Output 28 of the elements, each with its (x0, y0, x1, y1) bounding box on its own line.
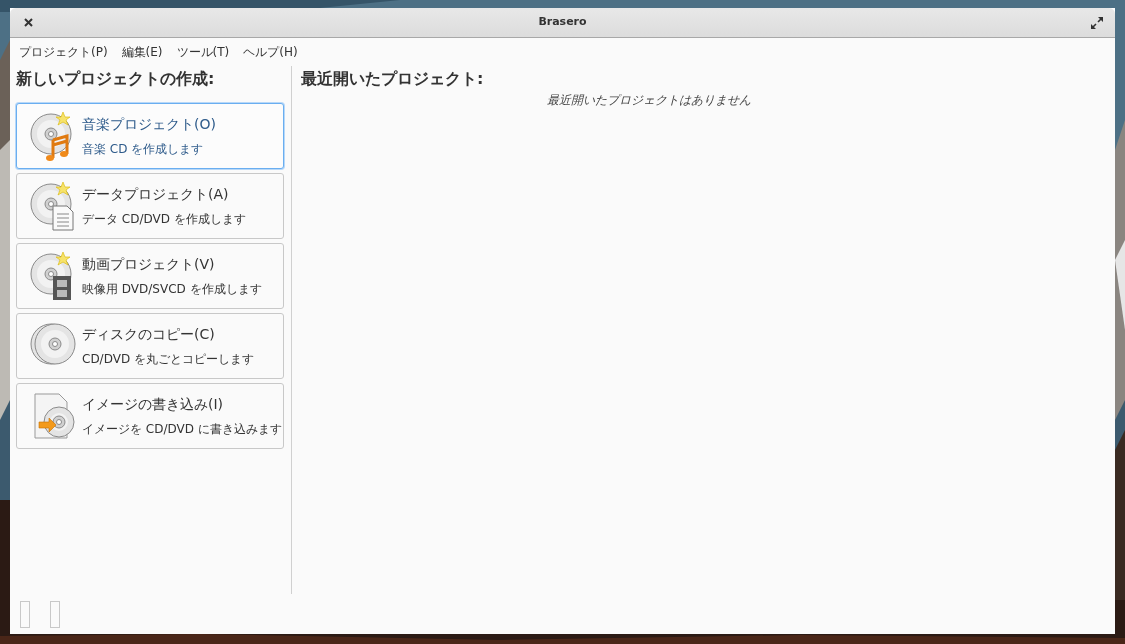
project-type-title: データプロジェクト(A) (82, 185, 230, 204)
window-title: Brasero (537, 14, 588, 31)
project-type-title: ディスクのコピー(C) (82, 325, 216, 344)
close-icon (23, 18, 33, 27)
project-type-button[interactable]: 音楽プロジェクト(O) 音楽 CD を作成します (16, 103, 284, 169)
empty-message: 最近開いたプロジェクトはありません (545, 92, 752, 109)
project-type-description: データ CD/DVD を作成します (82, 211, 246, 228)
project-type-button[interactable]: 動画プロジェクト(V) 映像用 DVD/SVCD を作成します (16, 243, 284, 309)
placeholder-glyph-icon (50, 601, 60, 628)
project-type-title: イメージの書き込み(I) (82, 395, 225, 414)
menu-item[interactable]: 編集(E) (116, 43, 168, 61)
section-heading: 新しいプロジェクトの作成: (16, 68, 216, 90)
menu-item[interactable]: プロジェクト(P) (14, 43, 113, 61)
data-disc-icon (29, 180, 77, 232)
maximize-icon (1091, 16, 1103, 29)
project-type-description: イメージを CD/DVD に書き込みます (82, 421, 282, 438)
project-type-description: CD/DVD を丸ごとコピーします (82, 351, 254, 368)
project-type-button[interactable]: イメージの書き込み(I) イメージを CD/DVD に書き込みます (16, 383, 284, 449)
project-type-description: 映像用 DVD/SVCD を作成します (82, 281, 262, 298)
menu-item[interactable]: ヘルプ(H) (238, 43, 303, 61)
project-type-title: 動画プロジェクト(V) (82, 255, 216, 274)
menu-item[interactable]: ツール(T) (171, 43, 235, 61)
project-type-button[interactable]: ディスクのコピー(C) CD/DVD を丸ごとコピーします (16, 313, 284, 379)
project-type-description: 音楽 CD を作成します (82, 141, 205, 158)
project-type-title: 音楽プロジェクト(O) (82, 115, 216, 134)
section-heading: 最近開いたプロジェクト: (301, 68, 485, 90)
placeholder-glyph-icon (20, 601, 30, 628)
project-type-button[interactable]: データプロジェクト(A) データ CD/DVD を作成します (16, 173, 284, 239)
